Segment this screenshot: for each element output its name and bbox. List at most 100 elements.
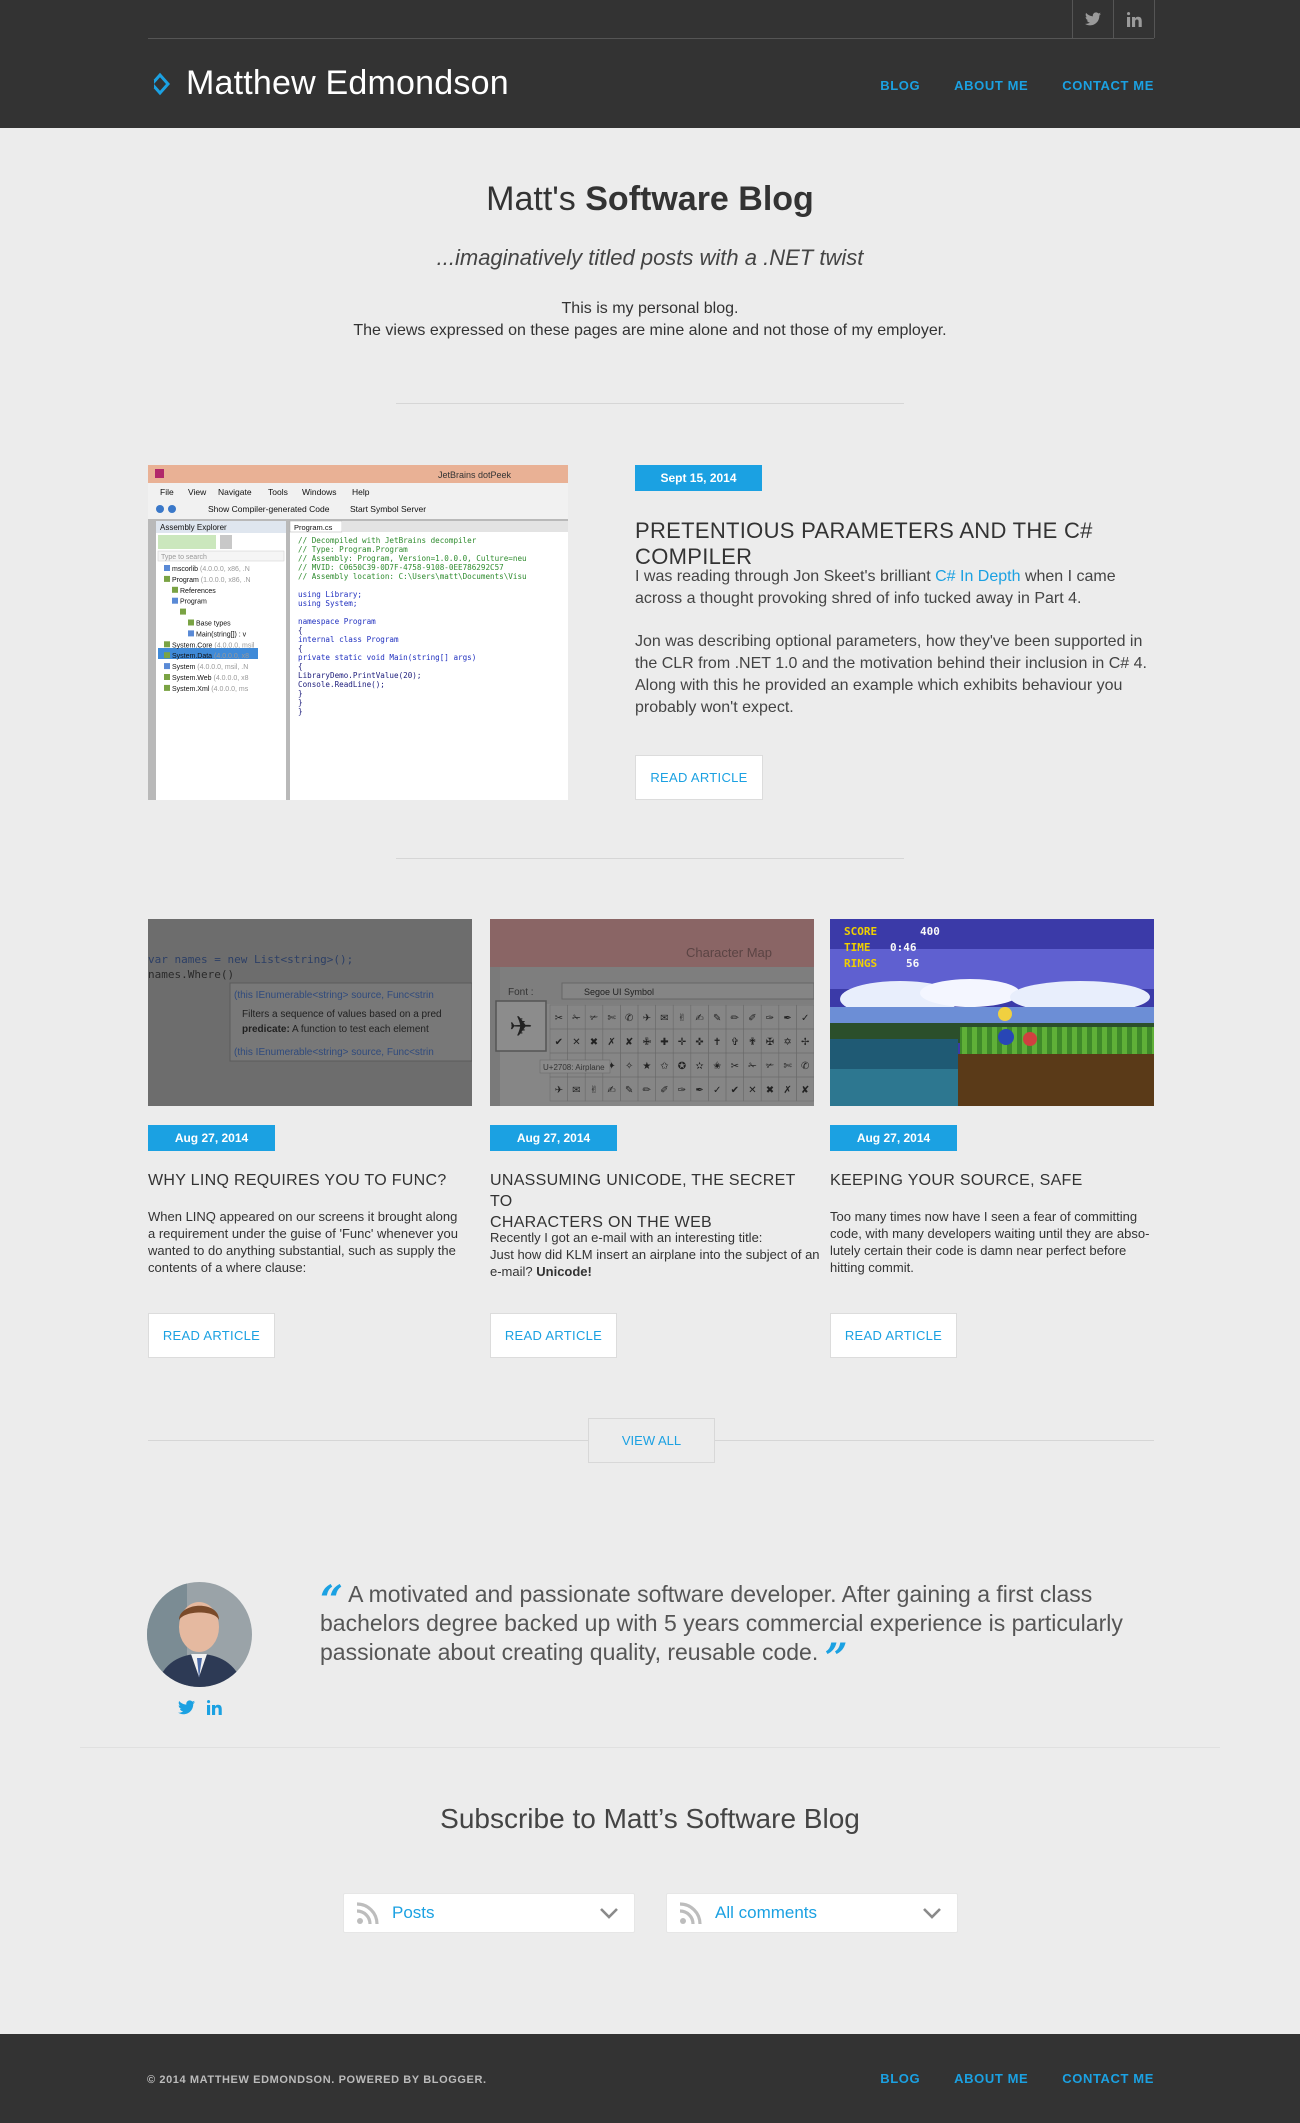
svg-text:✠: ✠ — [766, 1037, 774, 1048]
dotpeek-tree-item: System.Web (4.0.0.0, x8 — [172, 675, 249, 682]
svg-text:✂: ✂ — [731, 1061, 739, 1072]
card-read-article-button[interactable]: READ ARTICLE — [830, 1313, 957, 1358]
dotpeek-tree-item: System.Xml (4.0.0.0, ms — [172, 686, 249, 693]
featured-post-image[interactable]: JetBrains dotPeek File View Navigate Too… — [148, 465, 568, 800]
dotpeek-tab: Program.cs — [294, 523, 333, 532]
site-title: Matthew Edmondson — [186, 64, 509, 102]
linq-tooltip-bold: predicate: — [242, 1024, 290, 1035]
blog-description-line: The views expressed on these pages are m… — [353, 322, 947, 339]
svg-text:✁: ✁ — [572, 1013, 581, 1024]
dotpeek-window-title: JetBrains dotPeek — [438, 470, 512, 480]
dotpeek-code-line: internal class Program — [298, 635, 399, 644]
chevron-code-icon — [148, 72, 171, 95]
card-title-line: WHY LINQ REQUIRES YOU TO FUNC? — [148, 1172, 447, 1189]
dotpeek-code-line: // Decompiled with JetBrains decompiler — [298, 536, 477, 545]
card-excerpt-line: Recently I got an e-mail with an interes… — [490, 1230, 763, 1245]
dotpeek-tree-item: System.Core (4.0.0.0, msil — [172, 642, 255, 649]
card-read-article-button[interactable]: READ ARTICLE — [490, 1313, 617, 1358]
featured-text: I was reading through Jon Skeet's brilli… — [635, 568, 936, 585]
svg-text:✟: ✟ — [748, 1037, 756, 1048]
svg-text:✑: ✑ — [678, 1085, 686, 1096]
csharp-in-depth-link[interactable]: C# In Depth — [935, 568, 1020, 585]
blog-title: Matt's Software Blog — [0, 180, 1300, 219]
featured-post-title[interactable]: PRETENTIOUS PARAMETERS AND THE C# COMPIL… — [635, 518, 1175, 570]
subscribe-section — [80, 1747, 1220, 2034]
svg-text:✃: ✃ — [766, 1061, 775, 1072]
dotpeek-code-line: } — [298, 689, 303, 698]
nav-about-me[interactable]: ABOUT ME — [954, 78, 1028, 93]
svg-text:✃: ✃ — [590, 1013, 599, 1024]
card-title[interactable]: UNASSUMING UNICODE, THE SECRET TO CHARAC… — [490, 1170, 820, 1233]
card-title[interactable]: WHY LINQ REQUIRES YOU TO FUNC? — [148, 1170, 478, 1191]
dotpeek-code-line: // Type: Program.Program — [298, 545, 408, 554]
dotpeek-code-line: using Library; — [298, 590, 362, 599]
linq-tooltip-line: predicate: A function to test each eleme… — [242, 1024, 429, 1035]
svg-text:✁: ✁ — [748, 1061, 757, 1072]
site-header: Matthew Edmondson BLOG ABOUT ME CONTACT … — [0, 0, 1300, 128]
unicode-post-image[interactable]: Character Map Font : Segoe UI Symbol ✂ ✁ ✃… — [490, 919, 814, 1106]
dotpeek-code-line: { — [298, 644, 303, 653]
dotpeek-tree-item: Base types — [196, 621, 231, 628]
card-date-badge: Aug 27, 2014 — [148, 1125, 275, 1151]
chevron-down-icon — [600, 1908, 618, 1919]
card-excerpt: Recently I got an e-mail with an interes… — [490, 1229, 822, 1280]
author-bio-text: A motivated and passionate software deve… — [320, 1581, 1123, 1665]
card-excerpt: Too many times now have I seen a fear of… — [830, 1209, 1150, 1275]
charmap-font-label: Font : — [508, 987, 534, 998]
card-title[interactable]: KEEPING YOUR SOURCE, SAFE — [830, 1170, 1160, 1191]
svg-text:✫: ✫ — [695, 1061, 704, 1072]
svg-text:✌: ✌ — [678, 1013, 686, 1024]
author-avatar — [147, 1582, 252, 1687]
svg-text:✧: ✧ — [625, 1061, 633, 1072]
subscribe-comments-dropdown[interactable]: All comments — [666, 1893, 958, 1933]
dotpeek-code-line: private static void Main(string[] args) — [298, 653, 476, 662]
subscribe-comments-label: All comments — [715, 1903, 818, 1922]
linq-tooltip-line: (this IEnumerable<string> source, Func<s… — [234, 1047, 434, 1058]
dotpeek-menu-item: Windows — [302, 487, 336, 497]
card-date-badge: Aug 27, 2014 — [830, 1125, 957, 1151]
svg-text:✗: ✗ — [783, 1085, 791, 1096]
svg-text:✗: ✗ — [607, 1037, 615, 1048]
view-all-button[interactable]: VIEW ALL — [588, 1418, 715, 1463]
svg-text:✡: ✡ — [783, 1037, 791, 1048]
svg-text:★: ★ — [642, 1061, 651, 1072]
svg-text:✏: ✏ — [731, 1013, 740, 1024]
source-safe-post-image[interactable]: SCORE TIME RINGS 400 0:46 56 — [830, 919, 1154, 1106]
card-read-article-button[interactable]: READ ARTICLE — [148, 1313, 275, 1358]
main-nav: BLOG ABOUT ME CONTACT ME — [880, 78, 1154, 93]
site-brand[interactable]: Matthew Edmondson — [148, 64, 509, 103]
svg-text:✑: ✑ — [766, 1013, 774, 1024]
svg-text:✪: ✪ — [678, 1061, 686, 1072]
linq-tooltip-line: (this IEnumerable<string> source, Func<s… — [234, 990, 434, 1001]
dotpeek-tree-item: Main(string[]) : v — [196, 631, 247, 638]
footer-nav-about-me[interactable]: ABOUT ME — [954, 2071, 1028, 2086]
dotpeek-tree-item: Program — [188, 610, 215, 617]
footer-nav-contact-me[interactable]: CONTACT ME — [1062, 2071, 1154, 2086]
charmap-window-title: Character Map — [686, 945, 772, 960]
subscribe-posts-dropdown[interactable]: Posts — [343, 1893, 635, 1933]
linkedin-icon[interactable] — [207, 1700, 222, 1720]
close-quote-icon: ” — [824, 1635, 848, 1682]
blog-title-prefix: Matt's — [486, 180, 576, 218]
nav-contact-me[interactable]: CONTACT ME — [1062, 78, 1154, 93]
character-map-screenshot: Character Map Font : Segoe UI Symbol ✂ ✁ ✃… — [490, 919, 814, 1106]
linq-post-image[interactable]: var names = new List<string>(); names.Wh… — [148, 919, 472, 1106]
dotpeek-code-line: using System; — [298, 599, 357, 608]
linkedin-icon[interactable] — [1114, 0, 1155, 38]
svg-text:✘: ✘ — [801, 1085, 809, 1096]
dotpeek-toolbar-label: Show Compiler-generated Code — [208, 504, 330, 514]
twitter-icon[interactable] — [178, 1700, 195, 1720]
svg-text:✔: ✔ — [555, 1037, 563, 1048]
nav-blog[interactable]: BLOG — [880, 78, 920, 93]
svg-text:✖: ✖ — [590, 1037, 598, 1048]
svg-text:✝: ✝ — [713, 1037, 721, 1048]
svg-text:✎: ✎ — [713, 1013, 721, 1024]
svg-text:✍: ✍ — [607, 1085, 615, 1096]
svg-text:✈: ✈ — [509, 1010, 532, 1043]
svg-text:✈: ✈ — [643, 1013, 651, 1024]
twitter-icon[interactable] — [1073, 0, 1114, 38]
footer-nav-blog[interactable]: BLOG — [880, 2071, 920, 2086]
featured-read-article-button[interactable]: READ ARTICLE — [635, 755, 763, 800]
subscribe-title: Subscribe to Matt’s Software Blog — [440, 1803, 860, 1834]
dotpeek-code-line: // Assembly location: C:\Users\matt\Docu… — [298, 572, 527, 581]
